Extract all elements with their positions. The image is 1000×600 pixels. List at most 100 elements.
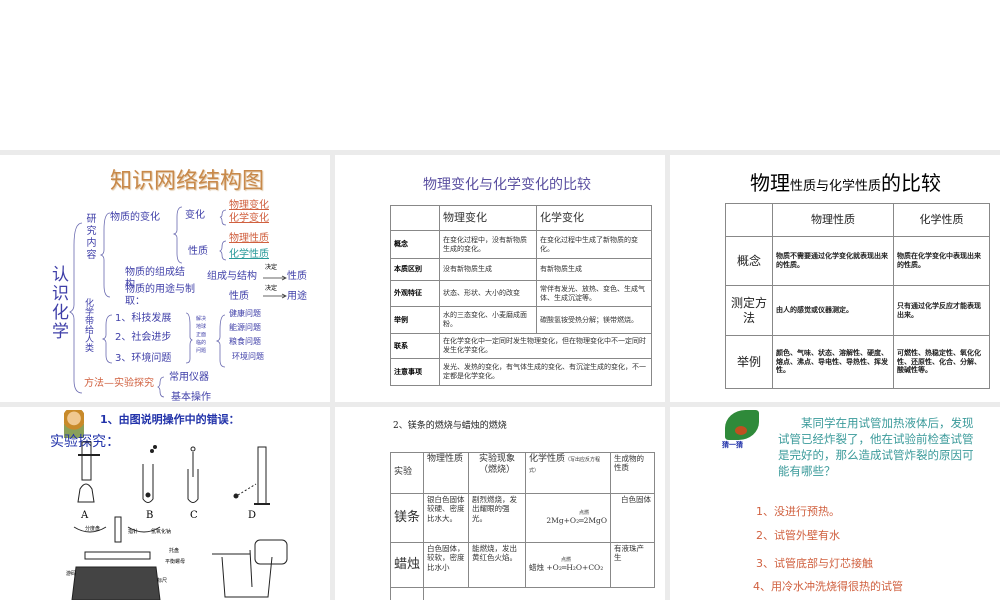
item-3: 3、环境问题 (115, 353, 172, 364)
answer-3: 3、试管底部与灯芯接触 (756, 557, 873, 570)
header-cell: 物理变化 (439, 205, 537, 231)
method-node: 方法—实验探究 (84, 378, 154, 389)
lab-equipment-illustrations (71, 441, 288, 600)
equation: 2Mg+O₂═2MgO (546, 516, 607, 526)
header-cell: 实验现象（燃烧） (468, 452, 526, 494)
answer-2: 2、试管外壁有水 (756, 529, 840, 542)
uses-node: 用途 (287, 291, 307, 302)
balance-label: 氢氧化钠 (151, 529, 172, 535)
leaf-ladybug-icon (725, 410, 759, 440)
solve-note: 解决地球正面临的问题 (196, 316, 207, 354)
slide-6-thumbnail[interactable]: 猜一猜 某同学在用试管加热液体后，发现试管已经炸裂了，他在试验前检查试管是完好的… (670, 407, 1000, 600)
header-cell: 物理性质 (423, 452, 469, 494)
cell: 发光、发热的变化，有气体生成的变化、有沉淀生成的变化，不一定都是化学变化。 (439, 358, 652, 386)
chemical-change-node: 化学变化 (229, 213, 269, 224)
change-of-matter-node: 物质的变化 (110, 212, 160, 223)
header-cell: 化学变化 (536, 205, 652, 231)
figure-c-test-tube-icon (187, 446, 199, 503)
row-label: 概念 (390, 230, 440, 259)
balance-label: 标尺 (157, 578, 168, 584)
slide-5-thumbnail[interactable]: 2、镁条的燃烧与蜡烛的燃烧 实验 物理性质 实验现象（燃烧） 化学性质（写出应反… (335, 407, 665, 600)
title-part: 物理 (750, 171, 790, 195)
header-text: 化学性质 (529, 454, 566, 464)
equation-cell: 点燃 蜡烛 +O₂═H₂O+CO₂ (525, 542, 611, 588)
row-label: 蜡烛 (390, 542, 424, 588)
problem-2: 能源问题 (229, 323, 261, 332)
comp-struct-node: 组成与结构 (207, 271, 257, 282)
cell: 能燃烧，发出黄红色火焰。 (468, 542, 526, 588)
slide-1-thumbnail[interactable]: 知识网络结构图 认识化学 研究内容 物质的变化 变化 物理变化 化学变化 性质 … (0, 155, 330, 402)
header-empty (390, 205, 440, 231)
slide-title: 物理性质与化学性质的比较 (750, 167, 941, 196)
beaker-icon (212, 539, 288, 598)
equation-cell: 点燃 2Mg+O₂═2MgO (525, 493, 611, 543)
cell: 银白色固体较硬、密度比水大。 (423, 493, 469, 543)
header-cell: 生成物的性质 (610, 452, 655, 494)
header-cell: 化学性质（写出应反方程式） (525, 452, 611, 494)
problem-1: 健康问题 (229, 309, 261, 318)
cell: 在变化过程中生成了新物质的变化。 (536, 230, 652, 259)
balance-label: 平衡螺母 (165, 559, 186, 565)
decides-label-2: 决定 (265, 285, 278, 292)
row-label: 本质区别 (390, 258, 440, 281)
item-2: 2、社会进步 (115, 332, 172, 343)
badge-label: 猜一猜 (722, 441, 743, 449)
cell: 没有新物质生成 (439, 258, 537, 281)
cell: 碳酸氢铵受热分解；镁带燃烧。 (536, 306, 652, 334)
header-cell: 实验 (390, 452, 424, 494)
row-label: 联系 (390, 333, 440, 359)
row-label: 举例 (725, 335, 773, 389)
cell: 在变化过程中，没有新物质生成的变化。 (439, 230, 537, 259)
row-label: 外观特征 (390, 280, 440, 307)
balance-label: 指针 (128, 529, 139, 535)
row-label: 举例 (390, 306, 440, 334)
problem-3: 粮食问题 (229, 337, 261, 346)
operations-node: 基本操作 (171, 392, 211, 402)
cell: 只有通过化学反应才能表现出来。 (893, 285, 990, 336)
instruments-node: 常用仪器 (169, 372, 209, 383)
cell: 水的三态变化、小麦磨成面粉。 (439, 306, 537, 334)
decides-label: 决定 (265, 264, 278, 271)
comparison-table: 物理性质 化学性质 概念 物质不需要通过化学变化就表现出来的性质。 物质在化学变化中表… (725, 203, 990, 389)
change-node: 变化 (185, 210, 205, 221)
cell: 颜色、气味、状态、溶解性、硬度、熔点、沸点、导电性、导热性、挥发性。 (772, 335, 894, 389)
physical-property-node: 物理性质 (229, 233, 269, 244)
cell: 常伴有发光、放热、变色、生成气体、生成沉淀等。 (536, 280, 652, 307)
slide-2-thumbnail[interactable]: 物理变化与化学变化的比较 物理变化 化学变化 概念 在变化过程中，没有新物质生成的变… (335, 155, 665, 402)
property-node: 性质 (188, 246, 208, 257)
cell: 由人的感觉或仪器测定。 (772, 285, 894, 336)
figure-label: D (248, 510, 257, 521)
cell: 剧烈燃烧，发出耀眼的强光。 (468, 493, 526, 543)
problem-4: 环境问题 (232, 352, 264, 361)
slide-3-thumbnail[interactable]: 物理性质与化学性质的比较 物理性质 化学性质 概念 物质不需要通过化学变化就表现出来… (670, 155, 1000, 402)
slide-4-thumbnail[interactable]: 1、由图说明操作中的错误： 实验探究： A B C D 分度盘 指针 氢氧化钠 … (0, 407, 330, 600)
title-part: 性质与化学性质 (790, 179, 882, 194)
title-part: 的比较 (881, 171, 942, 195)
question-text: 某同学在用试管加热液体后，发现试管已经炸裂了，他在试验前检查试管是完好的，那么造… (778, 416, 974, 478)
cell: 可燃性、热稳定性、氧化化性、还原性、化合、分解、酸碱性等。 (893, 335, 990, 389)
item-1: 1、科技发展 (115, 313, 172, 324)
answer-1: 1、没进行预热。 (756, 505, 840, 518)
slide-title: 2、镁条的燃烧与蜡烛的燃烧 (393, 421, 507, 431)
chemical-property-node: 化学性质 (229, 249, 269, 260)
cell: 有液珠产生 (610, 542, 655, 588)
root-node: 认识化学 (48, 265, 68, 341)
row-label: 镁条 (390, 493, 424, 543)
bring-node: 化学带给人类 (83, 298, 93, 352)
cell: 白色固体，较软，密度比水小 (423, 542, 469, 588)
cell: 物质不需要通过化学变化就表现出来的性质。 (772, 236, 894, 286)
balance-label: 游码 (66, 571, 77, 577)
empty-cell (423, 587, 655, 600)
figure-d-cylinder-icon (233, 446, 270, 505)
figure-a-dropper-icon (77, 441, 100, 503)
row-label: 测定方法 (725, 285, 773, 336)
slide-title: 物理变化与化学变化的比较 (423, 177, 591, 193)
header-cell: 物理性质 (772, 203, 894, 237)
header-cell: 化学性质 (893, 203, 990, 237)
answer-4: 4、用冷水冲洗烧得很热的试管 (753, 580, 903, 593)
cell: 有新物质生成 (536, 258, 652, 281)
comparison-table: 物理变化 化学变化 概念 在变化过程中，没有新物质生成的变化。 在变化过程中生成了新物… (390, 205, 652, 386)
cell: 状态、形状、大小的改变 (439, 280, 537, 307)
property-node-2: 性质 (287, 271, 307, 282)
figure-b-test-tube-icon (142, 445, 157, 503)
